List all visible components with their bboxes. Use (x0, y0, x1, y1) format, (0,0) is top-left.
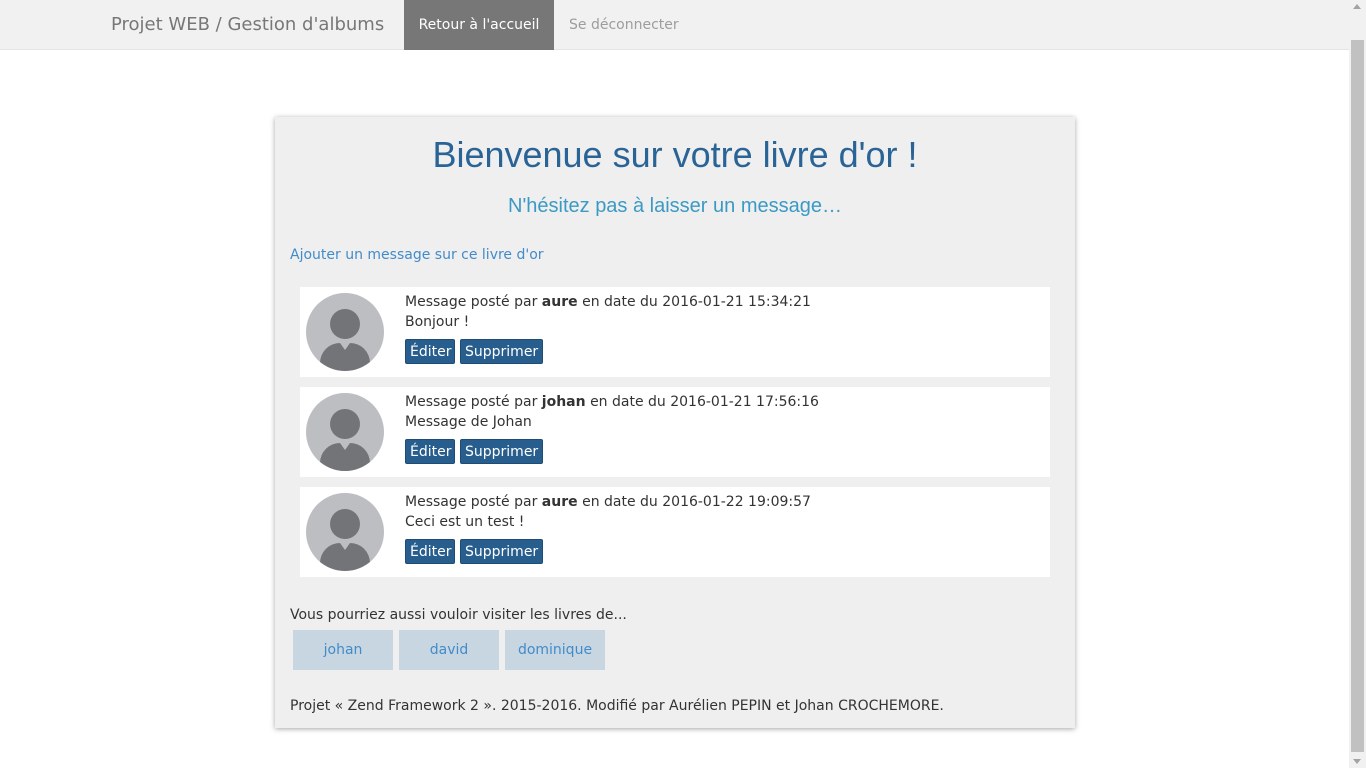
message-meta: Message posté par johan en date du 2016-… (405, 394, 819, 410)
message-text: Bonjour ! (405, 314, 470, 330)
delete-button[interactable]: Supprimer (460, 439, 543, 464)
page-scrollbar[interactable] (1349, 0, 1366, 768)
message-text: Message de Johan (405, 414, 532, 430)
message-item: Message posté par aure en date du 2016-0… (300, 487, 1050, 577)
suggestions-label: Vous pourriez aussi vouloir visiter les … (290, 607, 627, 623)
message-date: 2016-01-21 15:34:21 (662, 294, 811, 310)
message-text: Ceci est un test ! (405, 514, 525, 530)
scroll-down-arrow-icon[interactable] (1353, 759, 1361, 764)
scroll-up-arrow-icon[interactable] (1353, 4, 1361, 9)
suggestion-johan[interactable]: johan (293, 630, 393, 670)
nav-home-link[interactable]: Retour à l'accueil (404, 0, 554, 50)
user-avatar-icon (306, 393, 384, 471)
suggestion-dominique[interactable]: dominique (505, 630, 605, 670)
user-avatar-icon (306, 493, 384, 571)
edit-button[interactable]: Éditer (405, 339, 455, 364)
message-item: Message posté par johan en date du 2016-… (300, 387, 1050, 477)
user-avatar-icon (306, 293, 384, 371)
page-title: Bienvenue sur votre livre d'or ! (432, 134, 918, 175)
brand-link[interactable]: Projet WEB / Gestion d'albums (111, 0, 384, 50)
navbar: Projet WEB / Gestion d'albums Retour à l… (0, 0, 1366, 50)
page-subtitle: N'hésitez pas à laisser un message… (508, 195, 842, 217)
message-date: 2016-01-21 17:56:16 (670, 394, 819, 410)
message-meta: Message posté par aure en date du 2016-0… (405, 294, 811, 310)
delete-button[interactable]: Supprimer (460, 539, 543, 564)
edit-button[interactable]: Éditer (405, 539, 455, 564)
message-item: Message posté par aure en date du 2016-0… (300, 287, 1050, 377)
message-meta: Message posté par aure en date du 2016-0… (405, 494, 811, 510)
add-message-link[interactable]: Ajouter un message sur ce livre d'or (290, 247, 544, 263)
message-date: 2016-01-22 19:09:57 (662, 494, 811, 510)
message-author: aure (541, 294, 578, 310)
edit-button[interactable]: Éditer (405, 439, 455, 464)
suggestion-david[interactable]: david (399, 630, 499, 670)
scroll-thumb[interactable] (1351, 40, 1364, 752)
delete-button[interactable]: Supprimer (460, 339, 543, 364)
footer-text: Projet « Zend Framework 2 ». 2015-2016. … (290, 698, 944, 714)
nav-logout-link[interactable]: Se déconnecter (569, 0, 679, 50)
message-author: johan (541, 394, 586, 410)
message-author: aure (541, 494, 578, 510)
